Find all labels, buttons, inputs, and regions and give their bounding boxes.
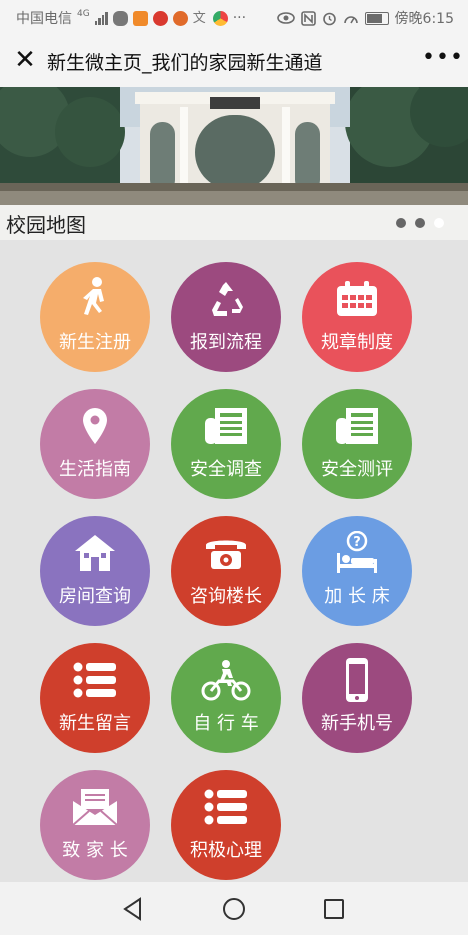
alarm-icon bbox=[322, 12, 336, 25]
tile-label: 规章制度 bbox=[321, 332, 393, 353]
tile-extended-bed[interactable]: ? 加 长 床 bbox=[302, 516, 412, 626]
tile-rules[interactable]: 规章制度 bbox=[302, 262, 412, 372]
more-notifications-icon: ··· bbox=[232, 10, 247, 26]
signal-icon bbox=[94, 11, 108, 25]
tile-new-student-message[interactable]: 新生留言 bbox=[40, 643, 150, 753]
tile-label: 安全测评 bbox=[321, 459, 393, 480]
newspaper-icon bbox=[205, 408, 247, 444]
status-left: 中国电信 4G 文 ··· bbox=[16, 8, 246, 28]
more-icon[interactable]: ••• bbox=[422, 45, 463, 75]
tile-label: 安全调查 bbox=[190, 459, 262, 480]
list-icon bbox=[73, 662, 116, 698]
home-icon[interactable] bbox=[220, 895, 248, 923]
house-icon bbox=[75, 535, 115, 571]
tile-label: 新生留言 bbox=[59, 713, 131, 734]
nfc-icon bbox=[300, 10, 316, 26]
motorcycle-icon bbox=[201, 660, 251, 701]
tile-bicycle[interactable]: 自 行 车 bbox=[171, 643, 281, 753]
tile-label: 房间查询 bbox=[59, 586, 131, 607]
tile-label: 新生注册 bbox=[59, 332, 131, 353]
newspaper-icon bbox=[336, 408, 378, 444]
tile-contact-building-manager[interactable]: 咨询楼长 bbox=[171, 516, 281, 626]
title-bar: ✕ 新生微主页_我们的家园新生通道 ••• bbox=[0, 34, 468, 87]
tile-label: 咨询楼长 bbox=[190, 586, 262, 607]
tile-to-parents[interactable]: 致 家 长 bbox=[40, 770, 150, 880]
status-bar: 中国电信 4G 文 ··· 傍晚6:15 bbox=[0, 0, 468, 34]
menu-grid: 新生注册 报到流程 规章制度 生活指南 安全调查 安全测评 房间查询 咨询楼长 … bbox=[0, 240, 468, 882]
telephone-icon bbox=[206, 540, 246, 569]
tile-registration-process[interactable]: 报到流程 bbox=[171, 262, 281, 372]
walking-person-icon bbox=[83, 277, 104, 315]
app-icon bbox=[172, 10, 188, 26]
system-nav-bar bbox=[0, 882, 468, 935]
status-right: 傍晚6:15 bbox=[276, 8, 454, 28]
carousel-dot-1[interactable] bbox=[396, 218, 406, 228]
mobile-phone-icon bbox=[346, 658, 368, 702]
page-title: 新生微主页_我们的家园新生通道 bbox=[47, 52, 323, 74]
translate-icon: 文 bbox=[192, 10, 206, 26]
tile-label: 致 家 长 bbox=[62, 840, 128, 861]
battery-icon bbox=[364, 11, 389, 25]
tile-label: 新手机号 bbox=[321, 713, 393, 734]
recycle-icon bbox=[212, 282, 243, 316]
list-icon bbox=[204, 789, 247, 825]
tile-safety-survey[interactable]: 安全调查 bbox=[171, 389, 281, 499]
tile-label: 加 长 床 bbox=[324, 586, 390, 607]
calendar-icon bbox=[337, 281, 377, 316]
tile-new-student-register[interactable]: 新生注册 bbox=[40, 262, 150, 372]
banner-caption: 校园地图 bbox=[6, 213, 86, 237]
tile-label: 自 行 车 bbox=[193, 713, 259, 734]
map-pin-icon bbox=[83, 408, 107, 444]
tile-life-guide[interactable]: 生活指南 bbox=[40, 389, 150, 499]
app-notification-icon bbox=[132, 10, 148, 26]
wechat-icon bbox=[112, 10, 128, 26]
svg-text:?: ? bbox=[353, 535, 361, 550]
chrome-icon bbox=[212, 10, 228, 26]
envelope-icon bbox=[72, 789, 118, 826]
eye-icon bbox=[276, 12, 295, 24]
banner-caption-bar-overlay: 校园地图 bbox=[0, 205, 468, 240]
network-type: 4G bbox=[77, 9, 90, 19]
bed-icon: ? bbox=[337, 531, 377, 573]
tile-positive-psychology[interactable]: 积极心理 bbox=[171, 770, 281, 880]
weibo-icon bbox=[152, 10, 168, 26]
tile-label: 积极心理 bbox=[190, 840, 262, 861]
status-time: 傍晚6:15 bbox=[394, 11, 454, 27]
close-icon[interactable]: ✕ bbox=[10, 45, 40, 75]
speed-icon bbox=[343, 15, 358, 23]
recents-icon[interactable] bbox=[320, 895, 348, 923]
carousel-dot-2[interactable] bbox=[415, 218, 425, 228]
carousel-dot-3[interactable] bbox=[434, 218, 444, 228]
tile-room-lookup[interactable]: 房间查询 bbox=[40, 516, 150, 626]
carrier-label: 中国电信 bbox=[16, 11, 72, 27]
tile-label: 生活指南 bbox=[59, 459, 131, 480]
back-icon[interactable] bbox=[119, 895, 147, 923]
tile-new-phone-number[interactable]: 新手机号 bbox=[302, 643, 412, 753]
tile-label: 报到流程 bbox=[190, 332, 262, 353]
tile-safety-assessment[interactable]: 安全测评 bbox=[302, 389, 412, 499]
carousel-dots bbox=[396, 218, 444, 228]
